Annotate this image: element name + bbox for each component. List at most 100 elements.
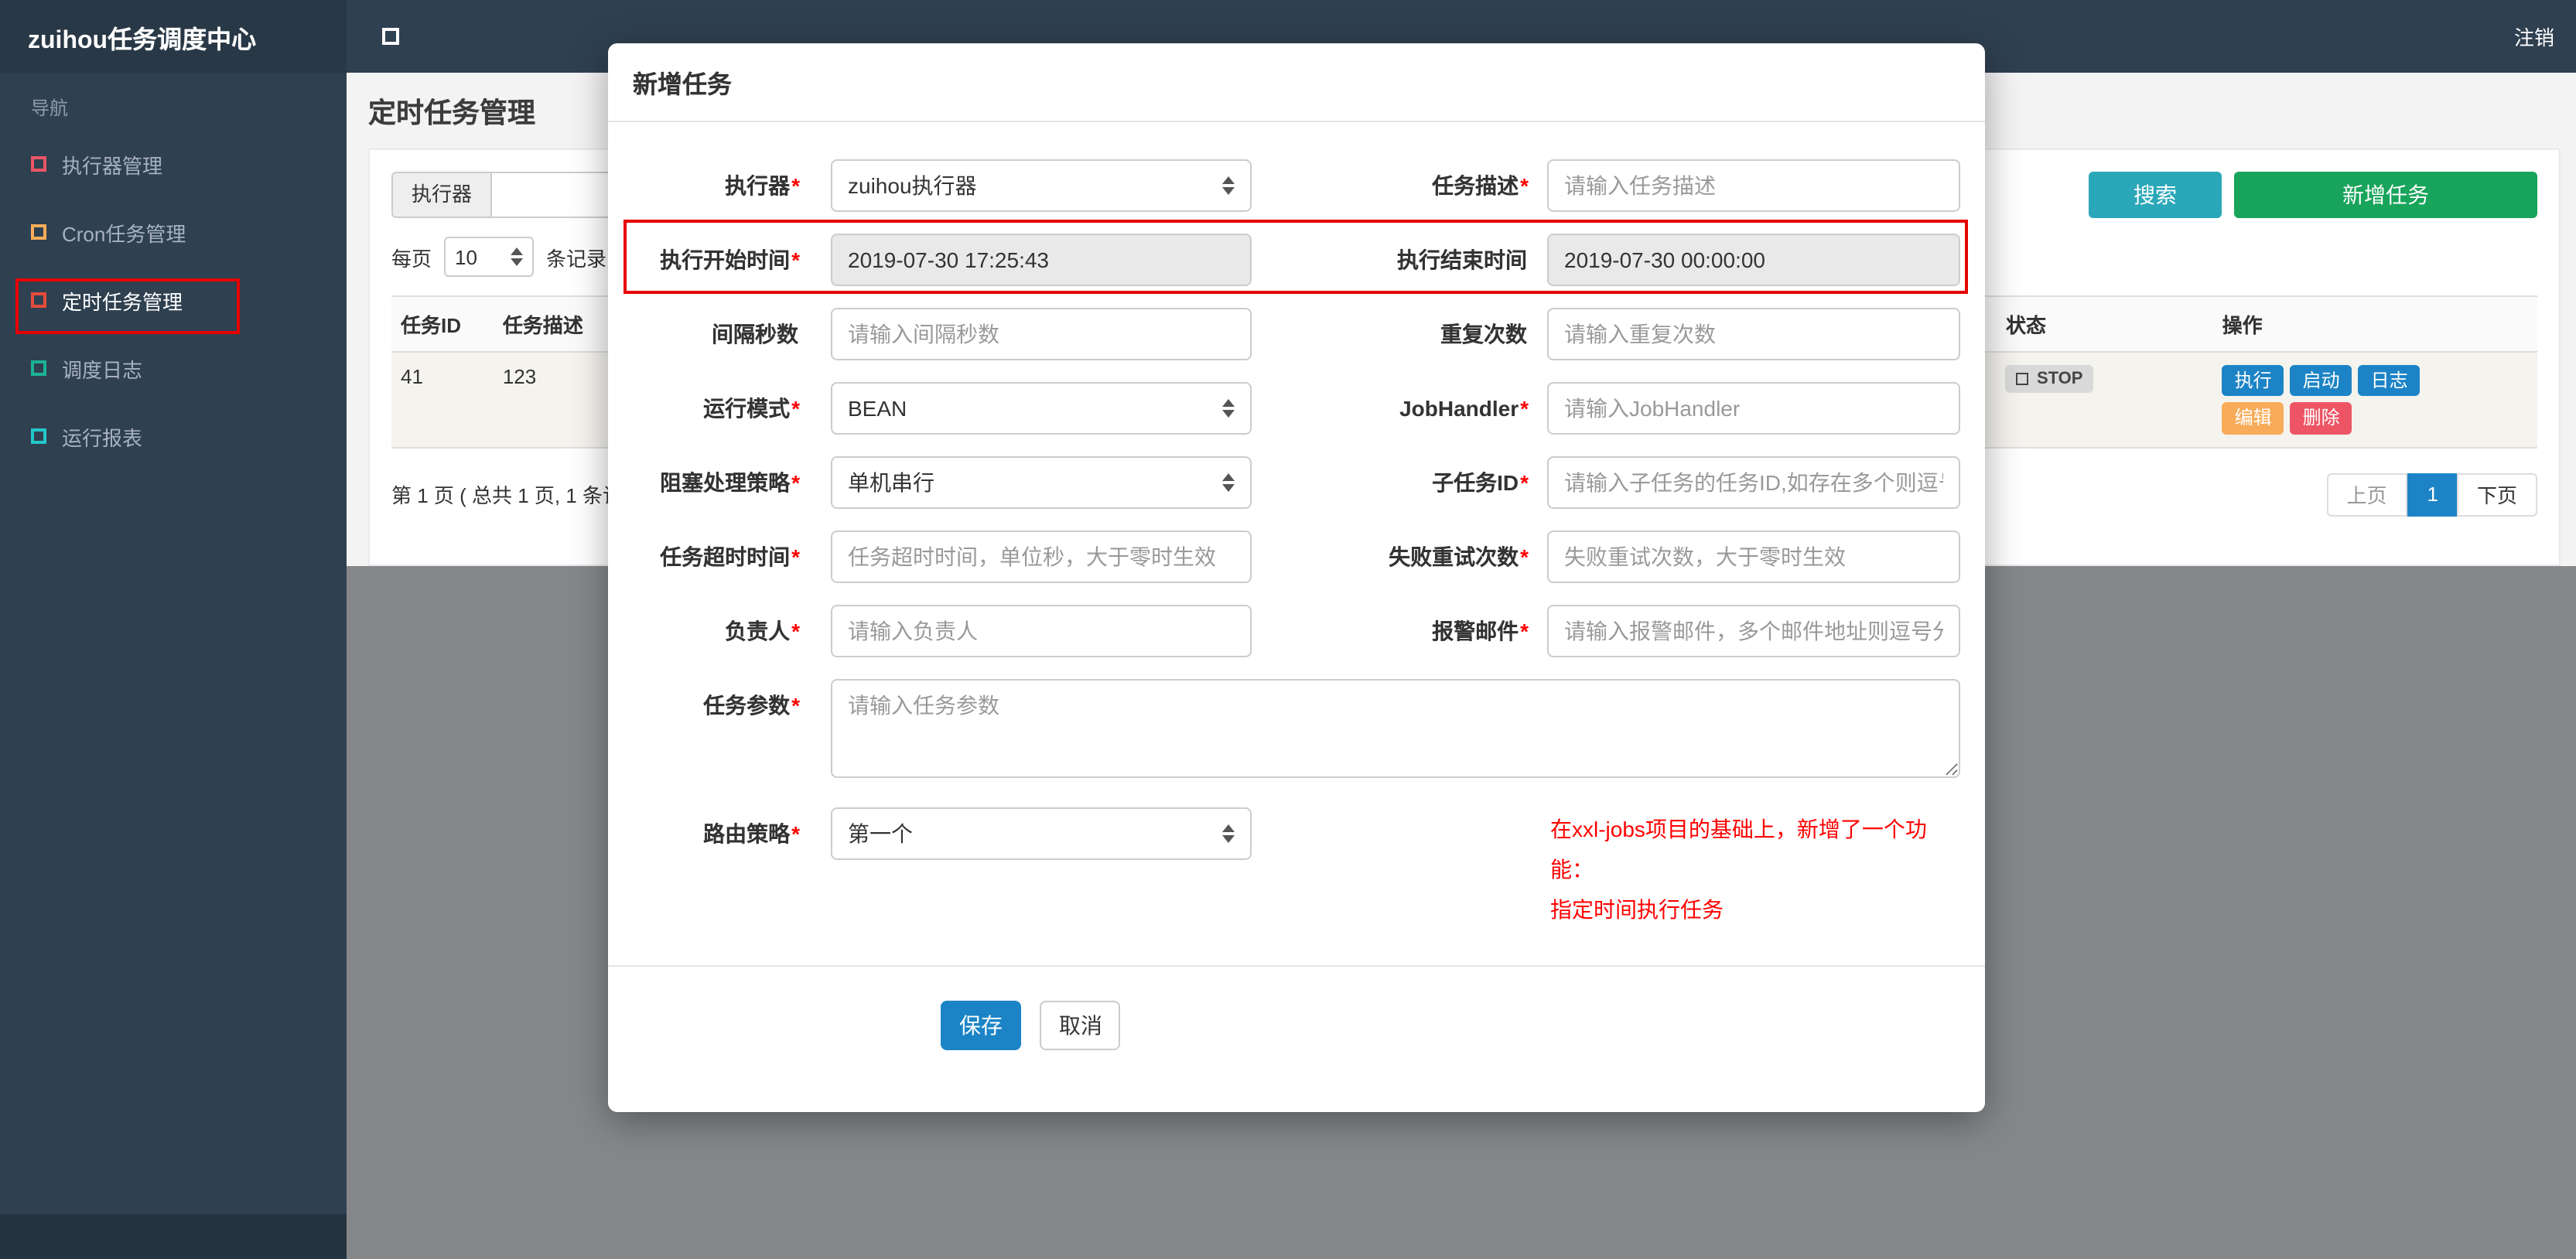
cell-actions: 执行 启动 日志 编辑 删除 <box>2213 353 2537 447</box>
sidebar-nav-label: 导航 <box>31 97 69 119</box>
prev-page-button[interactable]: 上页 <box>2326 473 2407 517</box>
sidebar-item-label: Cron任务管理 <box>62 222 186 245</box>
block-strategy-label: 阻塞处理策略 * <box>660 470 800 495</box>
add-task-modal: 新增任务 执行器* zuihou执行器 任务描述* 执行开始时间* <box>608 43 1985 1112</box>
select-stepper-icon <box>511 247 524 266</box>
selected-value: BEAN <box>848 396 907 421</box>
cell-job-id: 41 <box>401 365 423 388</box>
end-time-input[interactable] <box>1547 234 1960 286</box>
sidebar: 导航 执行器管理 Cron任务管理 定时任务管理 调度日志 运行报表 <box>0 73 347 1214</box>
alarm-email-input[interactable] <box>1547 605 1960 657</box>
select-stepper-icon <box>1222 824 1235 843</box>
modal-form: 执行器* zuihou执行器 任务描述* 执行开始时间* 执行结束时间 <box>608 122 1985 930</box>
job-params-textarea[interactable] <box>831 679 1960 778</box>
cancel-button[interactable]: 取消 <box>1040 1000 1121 1050</box>
child-job-input[interactable] <box>1547 456 1960 509</box>
edit-button[interactable]: 编辑 <box>2222 402 2284 435</box>
menu-toggle-icon <box>381 28 398 45</box>
jobhandler-input[interactable] <box>1547 382 1960 435</box>
route-strategy-select[interactable]: 第一个 <box>831 807 1252 860</box>
app-root: zuihou任务调度中心 注销 导航 执行器管理 Cron任务管理 定时任务管理 <box>0 0 2576 1259</box>
menu-square-icon <box>31 428 46 444</box>
save-button[interactable]: 保存 <box>941 1000 1021 1050</box>
run-mode-select[interactable]: BEAN <box>831 382 1252 435</box>
logout-link[interactable]: 注销 <box>2514 22 2554 51</box>
form-row: 路由策略 * 第一个 在xxl-jobs项目的基础上，新增了一个功能： 指定时间执… <box>633 807 1960 930</box>
header-status: 状态 <box>2005 314 2046 337</box>
block-strategy-select[interactable]: 单机串行 <box>831 456 1252 509</box>
selected-value: 单机串行 <box>848 470 934 495</box>
child-job-label: 子任务ID * <box>1432 470 1529 495</box>
owner-input[interactable] <box>831 605 1252 657</box>
route-strategy-label: 路由策略 * <box>703 821 800 846</box>
menu-square-icon <box>31 224 46 240</box>
form-row: 执行开始时间* 执行结束时间 <box>633 234 1960 286</box>
timeout-label: 任务超时时间 * <box>660 544 800 569</box>
select-stepper-icon <box>1222 176 1235 195</box>
form-row: 运行模式 * BEAN JobHandler * <box>633 382 1960 435</box>
pagination-summary: 第 1 页 ( 总共 1 页, 1 条记录 ) <box>391 484 624 508</box>
sidebar-footer <box>0 1214 347 1259</box>
modal-header: 新增任务 <box>608 43 1985 122</box>
brand: zuihou任务调度中心 <box>0 0 347 73</box>
start-time-input[interactable] <box>831 234 1252 286</box>
page-title: 定时任务管理 <box>368 97 535 128</box>
interval-label: 间隔秒数 <box>712 322 798 346</box>
form-row: 间隔秒数 重复次数 <box>633 308 1960 360</box>
form-row: 执行器 * zuihou执行器 任务描述 * <box>633 159 1960 212</box>
stop-square-icon <box>2016 373 2029 385</box>
pagination: 上页 1 下页 <box>2326 473 2537 517</box>
form-row: 负责人* 报警邮件* <box>633 605 1960 657</box>
next-page-button[interactable]: 下页 <box>2456 473 2537 517</box>
sidebar-item-run-report[interactable]: 运行报表 <box>0 402 347 470</box>
sidebar-item-label: 定时任务管理 <box>62 290 183 313</box>
header-job-id: 任务ID <box>401 314 462 337</box>
select-stepper-icon <box>1222 399 1235 418</box>
per-page-select[interactable]: 10 <box>444 237 535 277</box>
per-page-value: 10 <box>455 245 477 268</box>
annotation-note-line2: 指定时间执行任务 <box>1550 896 1724 922</box>
menu-square-icon <box>31 156 46 172</box>
executor-label: 执行器 * <box>725 173 800 198</box>
selected-value: zuihou执行器 <box>848 173 977 198</box>
selected-value: 第一个 <box>848 821 913 846</box>
form-row: 任务超时时间* 失败重试次数* <box>633 531 1960 583</box>
sidebar-item-timed-task[interactable]: 定时任务管理 <box>0 266 347 334</box>
modal-footer: 保存 取消 <box>608 966 1985 1111</box>
execute-button[interactable]: 执行 <box>2222 365 2284 397</box>
menu-square-icon <box>31 292 46 308</box>
annotation-note-line1: 在xxl-jobs项目的基础上，新增了一个功能： <box>1550 817 1927 882</box>
start-button[interactable]: 启动 <box>2290 365 2352 397</box>
menu-toggle-button[interactable] <box>373 19 407 53</box>
job-desc-label: 任务描述 * <box>1432 173 1529 198</box>
sidebar-item-executor-manage[interactable]: 执行器管理 <box>0 130 347 198</box>
executor-select[interactable]: zuihou执行器 <box>831 159 1252 212</box>
form-row: 阻塞处理策略 * 单机串行 子任务ID * <box>633 456 1960 509</box>
sidebar-item-cron-task[interactable]: Cron任务管理 <box>0 198 347 266</box>
delete-button[interactable]: 删除 <box>2290 402 2352 435</box>
select-stepper-icon <box>1222 473 1235 492</box>
current-page-button[interactable]: 1 <box>2407 473 2458 517</box>
interval-input[interactable] <box>831 308 1252 360</box>
annotation-note: 在xxl-jobs项目的基础上，新增了一个功能： 指定时间执行任务 <box>1550 807 1960 930</box>
end-time-label: 执行结束时间 <box>1397 247 1527 272</box>
search-button[interactable]: 搜索 <box>2089 172 2222 218</box>
run-mode-label: 运行模式 * <box>703 396 800 421</box>
job-desc-input[interactable] <box>1547 159 1960 212</box>
alarm-email-label: 报警邮件 * <box>1432 619 1529 643</box>
sidebar-item-dispatch-log[interactable]: 调度日志 <box>0 334 347 402</box>
sidebar-menu: 执行器管理 Cron任务管理 定时任务管理 调度日志 运行报表 <box>0 130 347 470</box>
form-row: 任务参数 * <box>633 679 1960 786</box>
sidebar-item-label: 调度日志 <box>62 358 143 381</box>
add-task-button[interactable]: 新增任务 <box>2234 172 2537 218</box>
menu-square-icon <box>31 360 46 376</box>
owner-label: 负责人 * <box>725 619 800 643</box>
timeout-input[interactable] <box>831 531 1252 583</box>
executor-filter-label: 执行器 <box>391 172 493 218</box>
repeat-count-input[interactable] <box>1547 308 1960 360</box>
retry-count-input[interactable] <box>1547 531 1960 583</box>
repeat-count-label: 重复次数 <box>1440 322 1527 346</box>
log-button[interactable]: 日志 <box>2358 365 2421 397</box>
per-page-suffix: 条记录 <box>546 247 607 270</box>
retry-count-label: 失败重试次数 * <box>1389 544 1529 569</box>
